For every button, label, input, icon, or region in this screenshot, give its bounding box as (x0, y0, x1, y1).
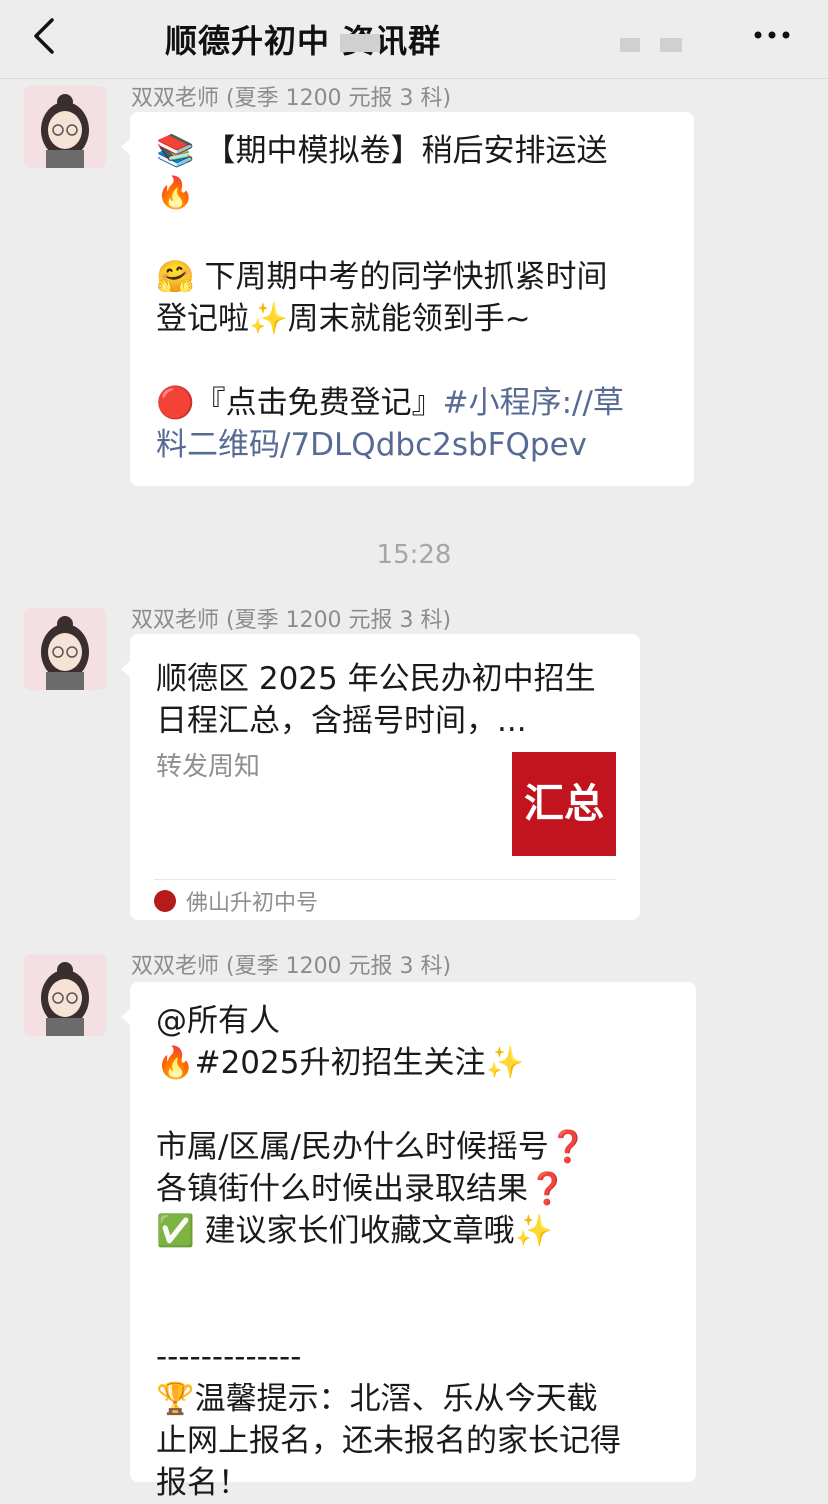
message-line: 📚 【期中模拟卷】稍后安排运送 (156, 133, 608, 169)
mini-program-link[interactable]: 料二维码/7DLQdbc2sbFQpev (156, 424, 672, 466)
back-chevron-icon[interactable] (24, 14, 64, 58)
message-line: 报名！ (156, 1465, 249, 1501)
teacher-avatar-icon (24, 86, 106, 168)
message-line: 市属/区属/民办什么时候摇号❓ (156, 1129, 588, 1165)
divider (154, 879, 616, 880)
teacher-avatar-icon (24, 954, 106, 1036)
article-title: 顺德区 2025 年公民办初中招生日程汇总，含摇号时间，... (156, 661, 596, 739)
timestamp: 15:28 (376, 540, 452, 570)
article-source: 佛山升初中号 (154, 884, 318, 918)
sender-name: 双双老师 (夏季 1200 元报 3 科) (131, 86, 452, 111)
redaction-block (620, 38, 640, 52)
message-line: ✅ 建议家长们收藏文章哦✨ (156, 1213, 554, 1249)
teacher-avatar-icon (24, 608, 106, 690)
message-line (156, 1252, 674, 1294)
message-line: 登记啦✨周末就能领到手~ (156, 301, 531, 337)
message-line (156, 214, 672, 256)
chat-header: 顺德升初中 资讯群 (0, 0, 828, 79)
message-line: 止网上报名，还未报名的家长记得 (156, 1423, 621, 1459)
message-line (156, 1084, 674, 1126)
message-line (156, 1294, 674, 1336)
sender-name: 双双老师 (夏季 1200 元报 3 科) (131, 608, 452, 633)
redaction-block (340, 34, 380, 52)
message-text: @所有人 🔥#2025升初招生关注✨ 市属/区属/民办什么时候摇号❓ 各镇街什么… (156, 1000, 674, 1504)
message-line: 🏆温馨提示：北滘、乐从今天截 (156, 1381, 598, 1417)
message-line: ------------- (156, 1339, 302, 1375)
message-line (156, 340, 672, 382)
more-dots-icon[interactable] (752, 24, 792, 46)
message-text: 📚 【期中模拟卷】稍后安排运送 🔥 🤗 下周期中考的同学快抓紧时间 登记啦✨周末… (156, 130, 672, 466)
mini-program-link[interactable]: #小程序://草 (443, 385, 624, 421)
source-name: 佛山升初中号 (186, 891, 319, 916)
message-bubble[interactable]: @所有人 🔥#2025升初招生关注✨ 市属/区属/民办什么时候摇号❓ 各镇街什么… (121, 982, 696, 1501)
avatar[interactable] (24, 608, 106, 690)
message-bubble[interactable]: 📚 【期中模拟卷】稍后安排运送 🔥 🤗 下周期中考的同学快抓紧时间 登记啦✨周末… (121, 112, 694, 486)
chat-title[interactable]: 顺德升初中 资讯群 (165, 16, 441, 62)
message-text-fragment: 🔴『点击免费登记』 (156, 385, 443, 421)
source-logo-icon (154, 890, 176, 912)
message-line: 🔥#2025升初招生关注✨ (156, 1045, 525, 1081)
message-line: 各镇街什么时候出录取结果❓ (156, 1171, 567, 1207)
article-card[interactable]: 顺德区 2025 年公民办初中招生日程汇总，含摇号时间，... 转发周知 汇总 … (121, 634, 640, 920)
article-thumbnail: 汇总 (512, 752, 616, 856)
message-line: @所有人 (156, 1003, 280, 1039)
message-line: 🤗 下周期中考的同学快抓紧时间 (156, 259, 608, 295)
redaction-block (660, 38, 682, 52)
avatar[interactable] (24, 86, 106, 168)
sender-name: 双双老师 (夏季 1200 元报 3 科) (131, 954, 452, 979)
article-description: 转发周知 (156, 752, 261, 782)
message-line: 🔴『点击免费登记』#小程序://草 (156, 382, 672, 424)
message-line: 🔥 (156, 175, 195, 211)
avatar[interactable] (24, 954, 106, 1036)
